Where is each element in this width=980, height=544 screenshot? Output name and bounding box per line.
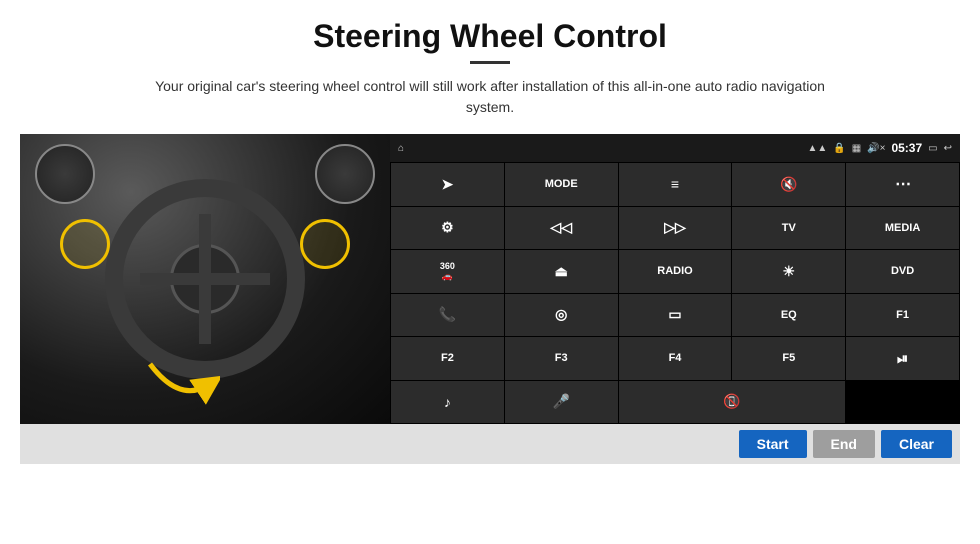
btn-360[interactable]: 360🚗 xyxy=(391,250,504,293)
btn-mic[interactable]: 🎤 xyxy=(505,381,618,424)
btn-f2[interactable]: F2 xyxy=(391,337,504,380)
btn-brightness[interactable]: ☀ xyxy=(732,250,845,293)
back-icon: ↩ xyxy=(944,143,952,154)
steering-wheel-image xyxy=(20,134,390,424)
btn-f1[interactable]: F1 xyxy=(846,294,959,337)
end-button[interactable]: End xyxy=(813,430,875,458)
btn-radio[interactable]: RADIO xyxy=(619,250,732,293)
btn-settings[interactable]: ⚙ xyxy=(391,207,504,250)
status-bar: ⌂ ▲▲ 🔒 ▦ 🔊× 05:37 ▭ ↩ xyxy=(390,134,960,162)
sim-icon: ▦ xyxy=(852,143,861,154)
wifi-icon: ▲▲ xyxy=(807,143,827,154)
btn-playpause[interactable]: ⏯ xyxy=(846,337,959,380)
lock-icon: 🔒 xyxy=(833,143,845,154)
btn-send[interactable]: ➤ xyxy=(391,163,504,206)
status-time: 05:37 xyxy=(891,141,922,155)
btn-mode[interactable]: MODE xyxy=(505,163,618,206)
gauge-right xyxy=(315,144,375,204)
btn-phone[interactable]: 📞 xyxy=(391,294,504,337)
title-divider xyxy=(470,61,510,64)
bt-icon: 🔊× xyxy=(867,143,885,154)
btn-nav[interactable]: ◎ xyxy=(505,294,618,337)
home-icon: ⌂ xyxy=(398,143,404,154)
btn-media[interactable]: MEDIA xyxy=(846,207,959,250)
btn-music[interactable]: ♪ xyxy=(391,381,504,424)
screen-icon: ▭ xyxy=(928,143,937,154)
left-button-highlight xyxy=(60,219,110,269)
btn-eject[interactable]: ⏏ xyxy=(505,250,618,293)
arrow-indicator xyxy=(140,354,220,414)
btn-apps[interactable]: ⋯ xyxy=(846,163,959,206)
page-subtitle: Your original car's steering wheel contr… xyxy=(140,76,840,118)
gauge-left xyxy=(35,144,95,204)
right-button-highlight xyxy=(300,219,350,269)
control-button-grid: ➤ MODE ≡ 🔇 ⋯ ⚙ ◁◁ ▷▷ TV MEDIA 360🚗 ⏏ RAD… xyxy=(390,162,960,424)
btn-f3[interactable]: F3 xyxy=(505,337,618,380)
btn-f4[interactable]: F4 xyxy=(619,337,732,380)
btn-f5[interactable]: F5 xyxy=(732,337,845,380)
btn-phonecall[interactable]: 📵 xyxy=(619,381,846,424)
btn-next[interactable]: ▷▷ xyxy=(619,207,732,250)
clear-button[interactable]: Clear xyxy=(881,430,952,458)
page-title: Steering Wheel Control xyxy=(313,18,667,55)
start-button[interactable]: Start xyxy=(739,430,807,458)
spoke-vertical xyxy=(199,214,211,344)
btn-prev[interactable]: ◁◁ xyxy=(505,207,618,250)
bottom-action-bar: Start End Clear xyxy=(20,424,960,464)
btn-list[interactable]: ≡ xyxy=(619,163,732,206)
btn-eq[interactable]: EQ xyxy=(732,294,845,337)
steering-wheel xyxy=(105,179,305,379)
btn-dvd[interactable]: DVD xyxy=(846,250,959,293)
btn-tv[interactable]: TV xyxy=(732,207,845,250)
btn-screen[interactable]: ▭ xyxy=(619,294,732,337)
btn-mute[interactable]: 🔇 xyxy=(732,163,845,206)
